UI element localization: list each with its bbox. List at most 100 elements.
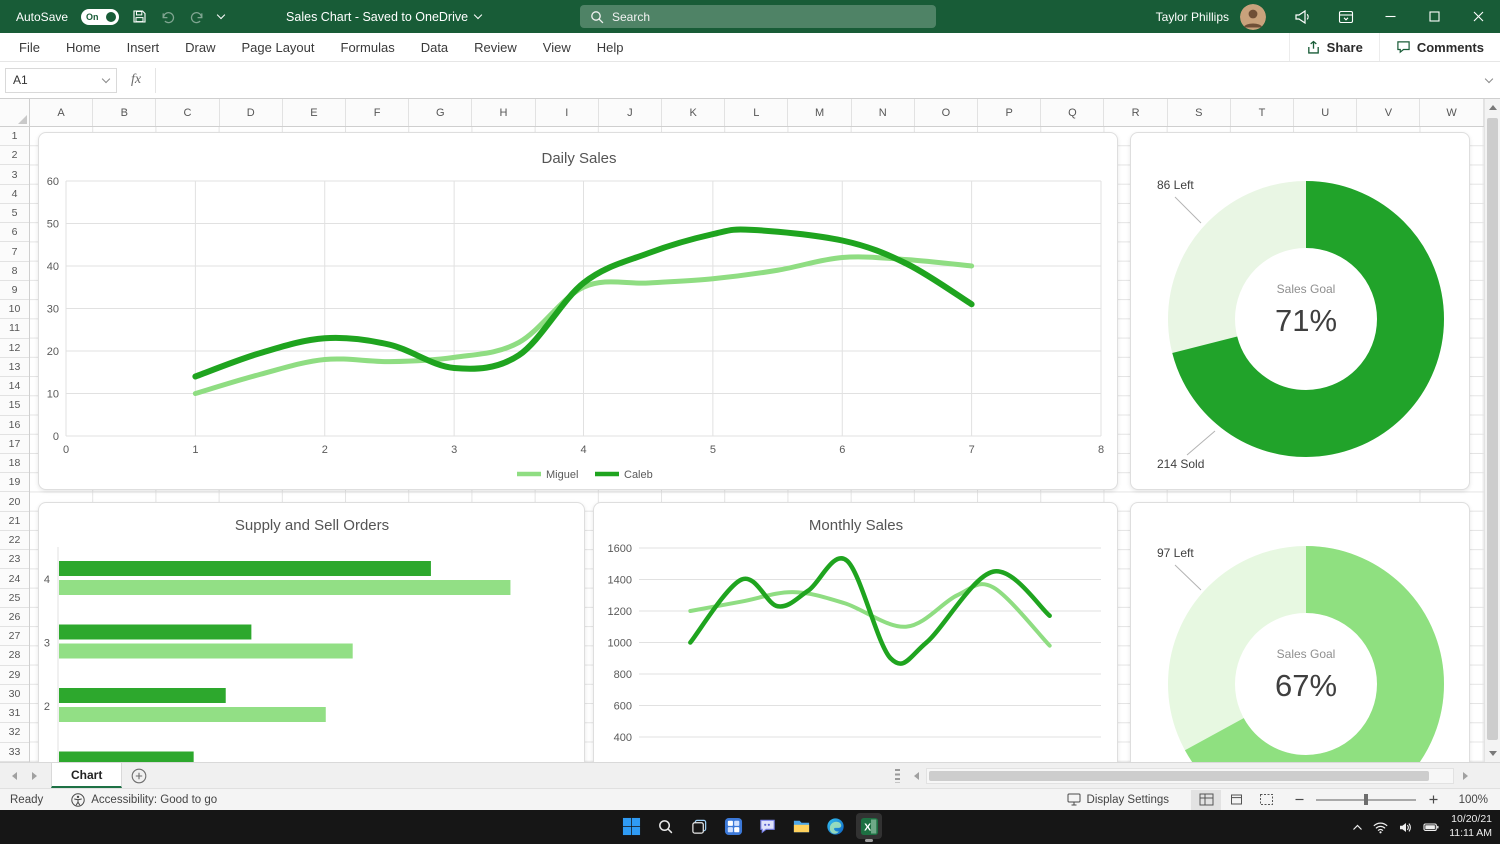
menu-file[interactable]: File	[6, 33, 53, 61]
ribbon-display-options-button[interactable]	[1324, 0, 1368, 33]
column-header-L[interactable]: L	[725, 99, 789, 126]
row-header-29[interactable]: 29	[0, 666, 29, 685]
column-header-W[interactable]: W	[1420, 99, 1484, 126]
column-header-I[interactable]: I	[536, 99, 599, 126]
vertical-scroll-thumb[interactable]	[1487, 118, 1498, 740]
row-header-16[interactable]: 16	[0, 416, 29, 435]
column-header-U[interactable]: U	[1294, 99, 1358, 126]
horizontal-scroll-thumb[interactable]	[929, 771, 1429, 781]
menu-view[interactable]: View	[530, 33, 584, 61]
column-header-O[interactable]: O	[915, 99, 979, 126]
row-header-5[interactable]: 5	[0, 204, 29, 224]
row-header-14[interactable]: 14	[0, 377, 29, 397]
column-header-V[interactable]: V	[1357, 99, 1421, 126]
row-header-21[interactable]: 21	[0, 512, 29, 531]
row-header-30[interactable]: 30	[0, 685, 29, 705]
name-box[interactable]: A1	[5, 67, 117, 93]
row-header-19[interactable]: 19	[0, 473, 29, 493]
announcement-button[interactable]	[1280, 0, 1324, 33]
scroll-down-button[interactable]	[1485, 745, 1500, 762]
column-header-H[interactable]: H	[472, 99, 536, 126]
taskbar-task-view-icon[interactable]	[686, 813, 712, 839]
formula-bar-expand-button[interactable]	[1478, 74, 1500, 83]
column-header-J[interactable]: J	[599, 99, 663, 126]
row-header-31[interactable]: 31	[0, 704, 29, 724]
row-header-17[interactable]: 17	[0, 435, 29, 454]
column-header-M[interactable]: M	[788, 99, 852, 126]
row-header-26[interactable]: 26	[0, 608, 29, 628]
scroll-up-button[interactable]	[1485, 99, 1500, 116]
chart-sales-goal-donut-2[interactable]: Sales Goal 67% 97 Left	[1130, 502, 1470, 762]
zoom-slider[interactable]	[1316, 794, 1416, 805]
column-header-K[interactable]: K	[662, 99, 726, 126]
taskbar-file-explorer-icon[interactable]	[788, 813, 814, 839]
row-header-32[interactable]: 32	[0, 723, 29, 743]
chart-daily-sales[interactable]: Daily Sales 0 10 20 30 40 50 60 0 1 2 3 4 5 6 7 8 Miguel C…	[38, 132, 1118, 490]
autosave-toggle[interactable]: On	[81, 8, 120, 25]
menu-data[interactable]: Data	[408, 33, 461, 61]
vertical-scrollbar[interactable]	[1484, 99, 1500, 762]
column-header-G[interactable]: G	[409, 99, 473, 126]
document-title[interactable]: Sales Chart - Saved to OneDrive	[286, 10, 483, 24]
maximize-button[interactable]	[1412, 0, 1456, 33]
chart-monthly-sales[interactable]: Monthly Sales 400 600 800 1000 1200 1400 1600	[593, 502, 1118, 762]
row-header-18[interactable]: 18	[0, 454, 29, 474]
accessibility-checker-button[interactable]: Accessibility: Good to go	[71, 792, 217, 807]
comments-button[interactable]: Comments	[1378, 33, 1500, 61]
zoom-in-button[interactable]	[1425, 792, 1441, 808]
row-header-20[interactable]: 20	[0, 492, 29, 512]
taskbar-chat-icon[interactable]	[754, 813, 780, 839]
save-button[interactable]	[132, 9, 147, 24]
row-header-9[interactable]: 9	[0, 281, 29, 301]
row-header-15[interactable]: 15	[0, 396, 29, 416]
column-header-B[interactable]: B	[93, 99, 157, 126]
row-header-24[interactable]: 24	[0, 569, 29, 589]
row-header-33[interactable]: 33	[0, 743, 29, 762]
tab-scrollbar-splitter[interactable]	[895, 769, 900, 783]
row-header-22[interactable]: 22	[0, 531, 29, 551]
column-header-C[interactable]: C	[156, 99, 220, 126]
menu-draw[interactable]: Draw	[172, 33, 228, 61]
minimize-button[interactable]	[1368, 0, 1412, 33]
column-header-Q[interactable]: Q	[1041, 99, 1105, 126]
taskbar-edge-icon[interactable]	[822, 813, 848, 839]
menu-home[interactable]: Home	[53, 33, 114, 61]
normal-view-button[interactable]	[1191, 789, 1221, 810]
battery-button[interactable]	[1423, 821, 1439, 833]
close-button[interactable]	[1456, 0, 1500, 33]
column-header-P[interactable]: P	[978, 99, 1042, 126]
column-header-R[interactable]: R	[1104, 99, 1168, 126]
select-all-button[interactable]	[0, 99, 30, 127]
column-header-A[interactable]: A	[30, 99, 94, 126]
row-header-25[interactable]: 25	[0, 589, 29, 608]
row-header-12[interactable]: 12	[0, 339, 29, 358]
row-header-27[interactable]: 27	[0, 627, 29, 647]
customize-qat-button[interactable]	[216, 10, 226, 20]
menu-page-layout[interactable]: Page Layout	[229, 33, 328, 61]
chart-supply-sell-orders[interactable]: Supply and Sell Orders4321	[38, 502, 585, 762]
menu-formulas[interactable]: Formulas	[328, 33, 408, 61]
row-header-11[interactable]: 11	[0, 319, 29, 339]
row-header-6[interactable]: 6	[0, 223, 29, 243]
taskbar-start-icon[interactable]	[618, 813, 644, 839]
column-header-D[interactable]: D	[220, 99, 283, 126]
column-header-T[interactable]: T	[1231, 99, 1295, 126]
taskbar-widgets-icon[interactable]	[720, 813, 746, 839]
page-layout-view-button[interactable]	[1221, 790, 1251, 810]
row-header-4[interactable]: 4	[0, 185, 29, 204]
taskbar-search-icon[interactable]	[652, 813, 678, 839]
search-bar[interactable]: Search	[580, 5, 936, 28]
sheet-tab-chart[interactable]: Chart	[51, 763, 123, 788]
chart-sales-goal-donut-1[interactable]: Sales Goal 71% 86 Left 214 Sold	[1130, 132, 1470, 490]
zoom-level[interactable]: 100%	[1450, 794, 1488, 806]
user-name[interactable]: Taylor Phillips	[1156, 10, 1229, 24]
formula-input[interactable]	[155, 67, 1478, 93]
menu-review[interactable]: Review	[461, 33, 530, 61]
network-button[interactable]	[1373, 821, 1388, 834]
scroll-right-button[interactable]	[1457, 768, 1473, 784]
row-header-1[interactable]: 1	[0, 127, 29, 147]
taskbar-clock[interactable]: 10/20/21 11:11 AM	[1449, 813, 1492, 840]
volume-button[interactable]	[1398, 821, 1413, 834]
column-header-E[interactable]: E	[283, 99, 347, 126]
sheet-nav-right-button[interactable]	[32, 771, 37, 780]
